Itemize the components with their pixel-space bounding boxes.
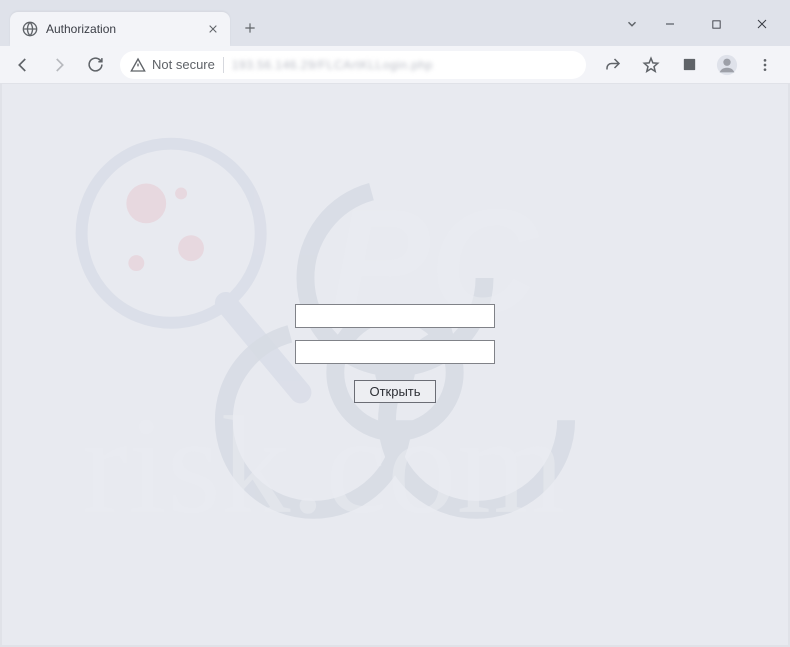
forward-button[interactable] — [44, 50, 74, 80]
close-tab-icon[interactable] — [206, 22, 220, 36]
warning-icon — [130, 57, 146, 73]
browser-tab[interactable]: Authorization — [10, 12, 230, 46]
window-controls — [618, 2, 790, 46]
new-tab-button[interactable] — [236, 14, 264, 42]
url-text: 193.56.146.29/FLCArtKLLogin.php — [232, 58, 433, 72]
minimize-button[interactable] — [648, 9, 692, 39]
divider — [223, 57, 224, 73]
address-bar[interactable]: Not secure 193.56.146.29/FLCArtKLLogin.p… — [120, 51, 586, 79]
close-window-button[interactable] — [740, 9, 784, 39]
tabs-area: Authorization — [0, 0, 618, 46]
bookmark-button[interactable] — [634, 50, 668, 80]
browser-window: Authorization — [0, 0, 790, 647]
submit-button[interactable]: Открыть — [354, 380, 435, 403]
login-form: Открыть — [295, 304, 495, 403]
menu-button[interactable] — [748, 50, 782, 80]
svg-text:risk.com: risk.com — [82, 389, 566, 543]
toolbar-right-icons — [596, 50, 782, 80]
tab-title: Authorization — [46, 22, 206, 36]
login-input-2[interactable] — [295, 340, 495, 364]
share-button[interactable] — [596, 50, 630, 80]
profile-button[interactable] — [710, 50, 744, 80]
login-input-1[interactable] — [295, 304, 495, 328]
toolbar: Not secure 193.56.146.29/FLCArtKLLogin.p… — [0, 46, 790, 84]
extensions-button[interactable] — [672, 50, 706, 80]
maximize-button[interactable] — [694, 9, 738, 39]
page-viewport: PC risk.com Открыть — [0, 84, 790, 647]
back-button[interactable] — [8, 50, 38, 80]
tab-search-button[interactable] — [618, 17, 646, 31]
security-indicator[interactable]: Not secure — [130, 57, 215, 73]
reload-button[interactable] — [80, 50, 110, 80]
globe-icon — [22, 21, 38, 37]
titlebar: Authorization — [0, 0, 790, 46]
not-secure-label: Not secure — [152, 57, 215, 72]
